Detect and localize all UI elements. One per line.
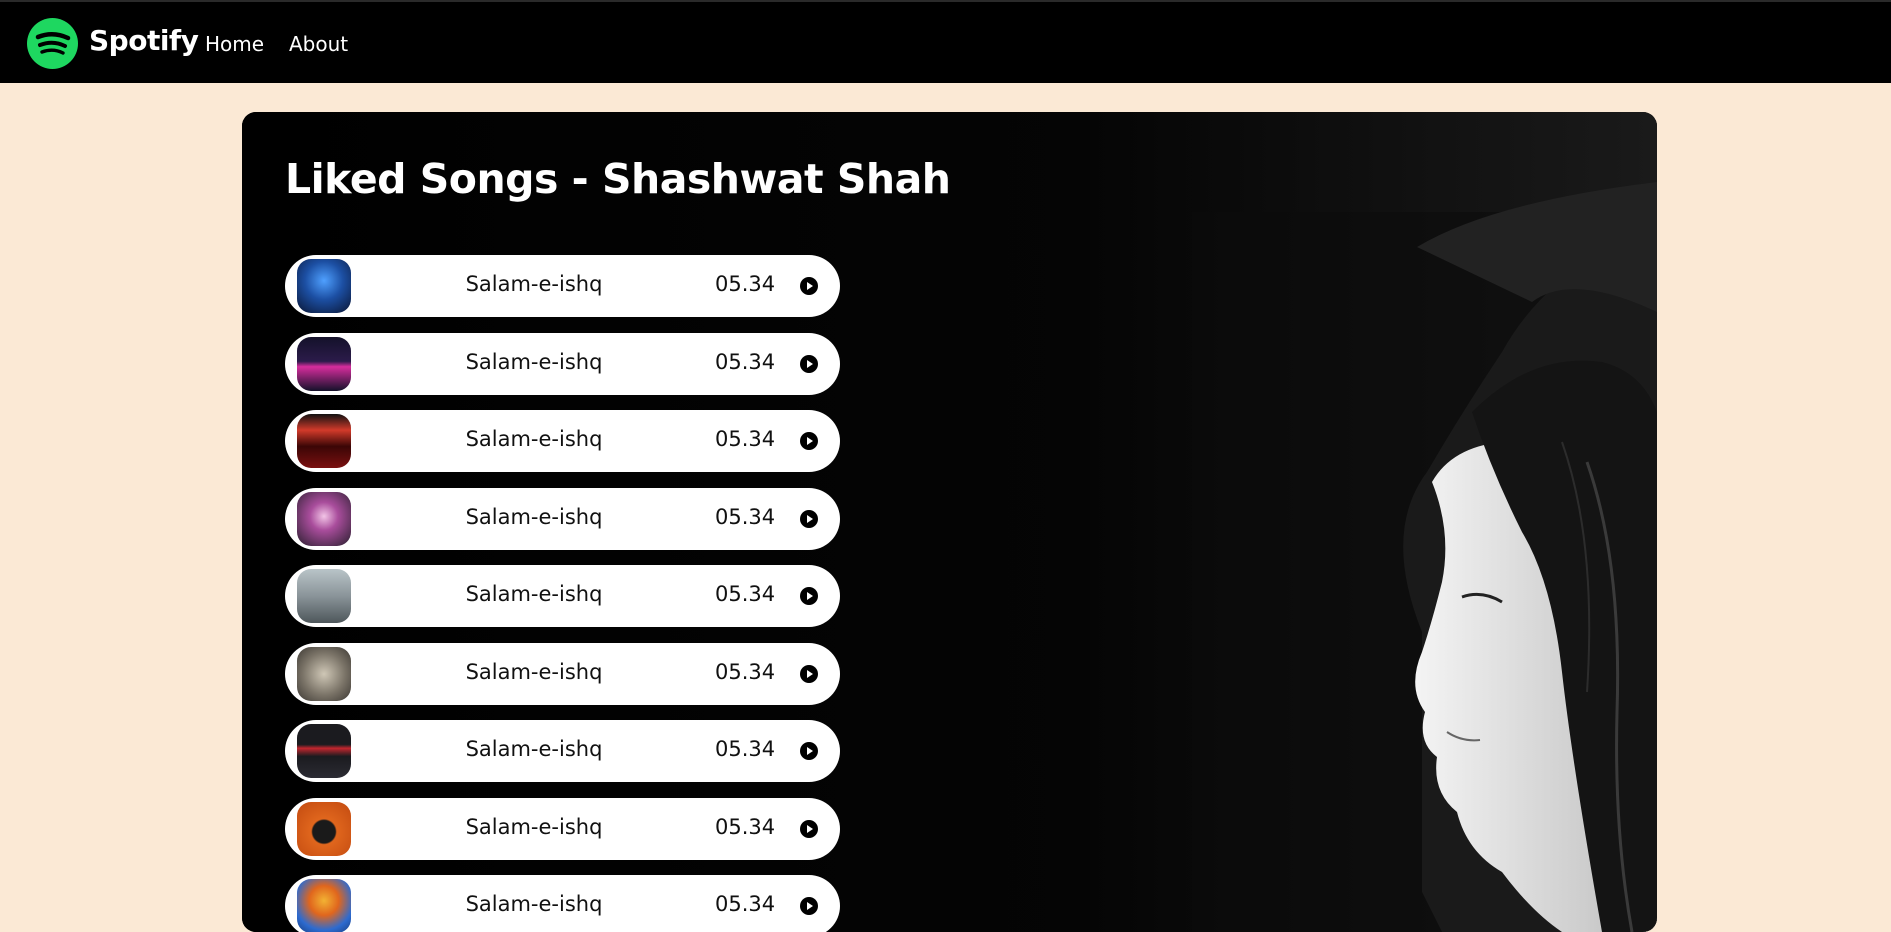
song-row[interactable]: Salam-e-ishq 05.34 (285, 720, 840, 782)
play-icon[interactable] (800, 354, 818, 373)
song-duration: 05.34 (715, 427, 776, 451)
album-cover-image (297, 724, 351, 778)
song-title: Salam-e-ishq (465, 427, 603, 451)
song-title: Salam-e-ishq (465, 814, 603, 839)
play-icon[interactable] (800, 509, 818, 528)
play-icon[interactable] (800, 277, 818, 295)
song-duration: 05.34 (715, 814, 776, 839)
liked-songs-panel: Liked Songs - Shashwat Shah Salam-e-ishq… (242, 112, 1657, 932)
song-duration: 05.34 (715, 582, 776, 606)
song-duration: 05.34 (715, 659, 776, 684)
album-cover-image (297, 491, 351, 546)
song-title: Salam-e-ishq (465, 659, 603, 684)
song-title: Salam-e-ishq (465, 892, 603, 916)
song-duration: 05.34 (715, 272, 776, 296)
play-icon[interactable] (800, 897, 818, 915)
album-cover-image (297, 801, 351, 856)
song-row[interactable]: Salam-e-ishq 05.34 (285, 797, 840, 860)
album-cover-image (297, 646, 351, 701)
nav-home-link[interactable]: Home (205, 32, 264, 56)
nav-about-link[interactable]: About (289, 32, 348, 56)
song-duration: 05.34 (715, 504, 776, 529)
song-list: Salam-e-ishq 05.34 Salam-e-ishq 05.34 Sa… (285, 255, 840, 932)
album-cover-image (297, 336, 351, 391)
album-cover-image (297, 414, 351, 468)
song-row[interactable]: Salam-e-ishq 05.34 (285, 410, 840, 472)
play-icon[interactable] (800, 432, 818, 450)
song-duration: 05.34 (715, 349, 776, 374)
album-cover-image (297, 259, 351, 313)
play-icon[interactable] (800, 664, 818, 683)
navbar: Spotify Home About (0, 0, 1891, 83)
play-icon[interactable] (800, 587, 818, 605)
song-title: Salam-e-ishq (465, 504, 603, 529)
song-row[interactable]: Salam-e-ishq 05.34 (285, 642, 840, 705)
page-title: Liked Songs - Shashwat Shah (285, 155, 951, 203)
song-row[interactable]: Salam-e-ishq 05.34 (285, 487, 840, 550)
album-cover-image (297, 879, 351, 932)
song-duration: 05.34 (715, 737, 776, 761)
song-row[interactable]: Salam-e-ishq 05.34 (285, 875, 840, 932)
song-duration: 05.34 (715, 892, 776, 916)
song-title: Salam-e-ishq (465, 349, 603, 374)
song-row[interactable]: Salam-e-ishq 05.34 (285, 255, 840, 317)
play-icon[interactable] (800, 742, 818, 760)
spotify-logo-icon[interactable] (27, 18, 78, 69)
song-title: Salam-e-ishq (465, 272, 603, 296)
song-row[interactable]: Salam-e-ishq 05.34 (285, 332, 840, 395)
song-title: Salam-e-ishq (465, 582, 603, 606)
song-row[interactable]: Salam-e-ishq 05.34 (285, 565, 840, 627)
album-cover-image (297, 569, 351, 623)
play-icon[interactable] (800, 819, 818, 838)
brand-name[interactable]: Spotify (89, 24, 199, 57)
song-title: Salam-e-ishq (465, 737, 603, 761)
